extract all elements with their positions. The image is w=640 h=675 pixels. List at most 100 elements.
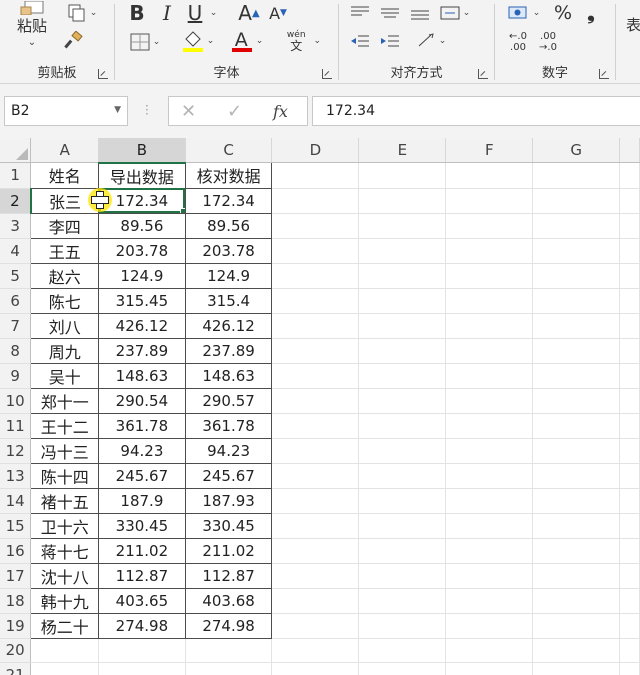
cell[interactable]: [532, 188, 621, 214]
copy-button[interactable]: ⌄: [62, 2, 102, 24]
cell[interactable]: [445, 263, 534, 289]
name-cell[interactable]: 陈十四: [30, 462, 100, 489]
cell[interactable]: [358, 513, 447, 539]
column-header-g[interactable]: G: [532, 138, 621, 164]
cell[interactable]: [271, 613, 360, 639]
cell[interactable]: [532, 438, 621, 464]
row-header[interactable]: 10: [0, 388, 32, 414]
cell[interactable]: [358, 338, 447, 364]
cell[interactable]: [271, 662, 360, 675]
checked-value-cell[interactable]: 203.78: [184, 237, 273, 264]
cell[interactable]: [358, 238, 447, 264]
cell[interactable]: [358, 613, 447, 639]
exported-value-cell[interactable]: 426.12: [98, 312, 186, 339]
row-header[interactable]: 12: [0, 438, 32, 464]
cell[interactable]: [271, 538, 360, 564]
exported-value-cell[interactable]: 330.45: [98, 512, 186, 539]
italic-button[interactable]: I: [157, 1, 177, 25]
cell[interactable]: [619, 288, 640, 314]
cell[interactable]: [532, 313, 621, 339]
cell[interactable]: [445, 588, 534, 614]
row-header[interactable]: 21: [0, 662, 32, 675]
phonetic-button[interactable]: wén 文 ⌄: [281, 28, 327, 54]
currency-button[interactable]: ⌄: [503, 2, 545, 24]
checked-value-cell[interactable]: 89.56: [184, 212, 273, 239]
font-color-button[interactable]: A ⌄: [227, 28, 267, 54]
decrease-indent-button[interactable]: [349, 31, 371, 51]
row-header[interactable]: 7: [0, 313, 32, 339]
exported-value-cell[interactable]: 94.23: [98, 437, 186, 464]
cell[interactable]: [358, 388, 447, 414]
row-header[interactable]: 20: [0, 638, 32, 664]
cell[interactable]: [445, 238, 534, 264]
cell[interactable]: [445, 413, 534, 439]
checked-value-cell[interactable]: 148.63: [184, 362, 273, 389]
name-cell[interactable]: 陈七: [30, 287, 100, 314]
column-header-d[interactable]: D: [271, 138, 360, 164]
cell[interactable]: [532, 413, 621, 439]
exported-value-cell[interactable]: 124.9: [98, 262, 186, 289]
increase-indent-button[interactable]: [379, 31, 401, 51]
row-header[interactable]: 5: [0, 263, 32, 289]
bold-button[interactable]: B: [127, 1, 147, 25]
exported-value-cell[interactable]: 245.67: [98, 462, 186, 489]
checked-value-cell[interactable]: 211.02: [184, 537, 273, 564]
cell[interactable]: [532, 638, 621, 664]
cell[interactable]: [358, 538, 447, 564]
align-middle-button[interactable]: [379, 3, 401, 23]
cell[interactable]: [358, 213, 447, 239]
cell[interactable]: [358, 488, 447, 514]
cell[interactable]: [271, 488, 360, 514]
cell[interactable]: [271, 313, 360, 339]
active-cell[interactable]: 172.34: [98, 187, 186, 214]
cell[interactable]: [445, 563, 534, 589]
cell[interactable]: [271, 463, 360, 489]
cell[interactable]: [532, 613, 621, 639]
name-cell[interactable]: 王五: [30, 237, 100, 264]
cell[interactable]: [271, 263, 360, 289]
name-cell[interactable]: 王十二: [30, 412, 100, 439]
row-header[interactable]: 9: [0, 363, 32, 389]
comma-style-button[interactable]: ❟: [583, 2, 599, 24]
cancel-icon[interactable]: ✕: [181, 101, 196, 122]
align-top-button[interactable]: [349, 3, 371, 23]
column-header-f[interactable]: F: [445, 138, 534, 164]
checked-value-cell[interactable]: 237.89: [184, 337, 273, 364]
select-all-button[interactable]: [0, 138, 32, 164]
cell[interactable]: [271, 213, 360, 239]
cell[interactable]: [619, 213, 640, 239]
cell[interactable]: [271, 413, 360, 439]
font-launcher-icon[interactable]: [322, 69, 332, 79]
cell[interactable]: [271, 513, 360, 539]
checked-value-cell[interactable]: 245.67: [184, 462, 273, 489]
cell[interactable]: [185, 638, 273, 664]
row-header[interactable]: 14: [0, 488, 32, 514]
name-cell[interactable]: 周九: [30, 337, 100, 364]
row-header[interactable]: 15: [0, 513, 32, 539]
cell[interactable]: [532, 488, 621, 514]
name-box-dropdown-icon[interactable]: ▼: [114, 105, 121, 115]
cell[interactable]: [271, 438, 360, 464]
name-cell[interactable]: 李四: [30, 212, 100, 239]
exported-value-cell[interactable]: 89.56: [98, 212, 186, 239]
cell[interactable]: [619, 563, 640, 589]
row-header[interactable]: 16: [0, 538, 32, 564]
cell[interactable]: [271, 238, 360, 264]
cell[interactable]: [532, 588, 621, 614]
row-header[interactable]: 4: [0, 238, 32, 264]
underline-button[interactable]: U: [185, 1, 205, 25]
name-cell[interactable]: 刘八: [30, 312, 100, 339]
cell[interactable]: [271, 363, 360, 389]
exported-value-cell[interactable]: 112.87: [98, 562, 186, 589]
name-cell[interactable]: 郑十一: [30, 387, 100, 414]
clipboard-launcher-icon[interactable]: [98, 69, 108, 79]
cell[interactable]: [619, 613, 640, 639]
paste-dropdown-icon[interactable]: ⌄: [22, 34, 42, 50]
column-header-b[interactable]: B: [98, 138, 186, 164]
row-header[interactable]: 1: [0, 162, 32, 189]
cell[interactable]: [619, 438, 640, 464]
exported-value-cell[interactable]: 361.78: [98, 412, 186, 439]
name-cell[interactable]: 沈十八: [30, 562, 100, 589]
cell[interactable]: [532, 388, 621, 414]
cell[interactable]: [358, 438, 447, 464]
